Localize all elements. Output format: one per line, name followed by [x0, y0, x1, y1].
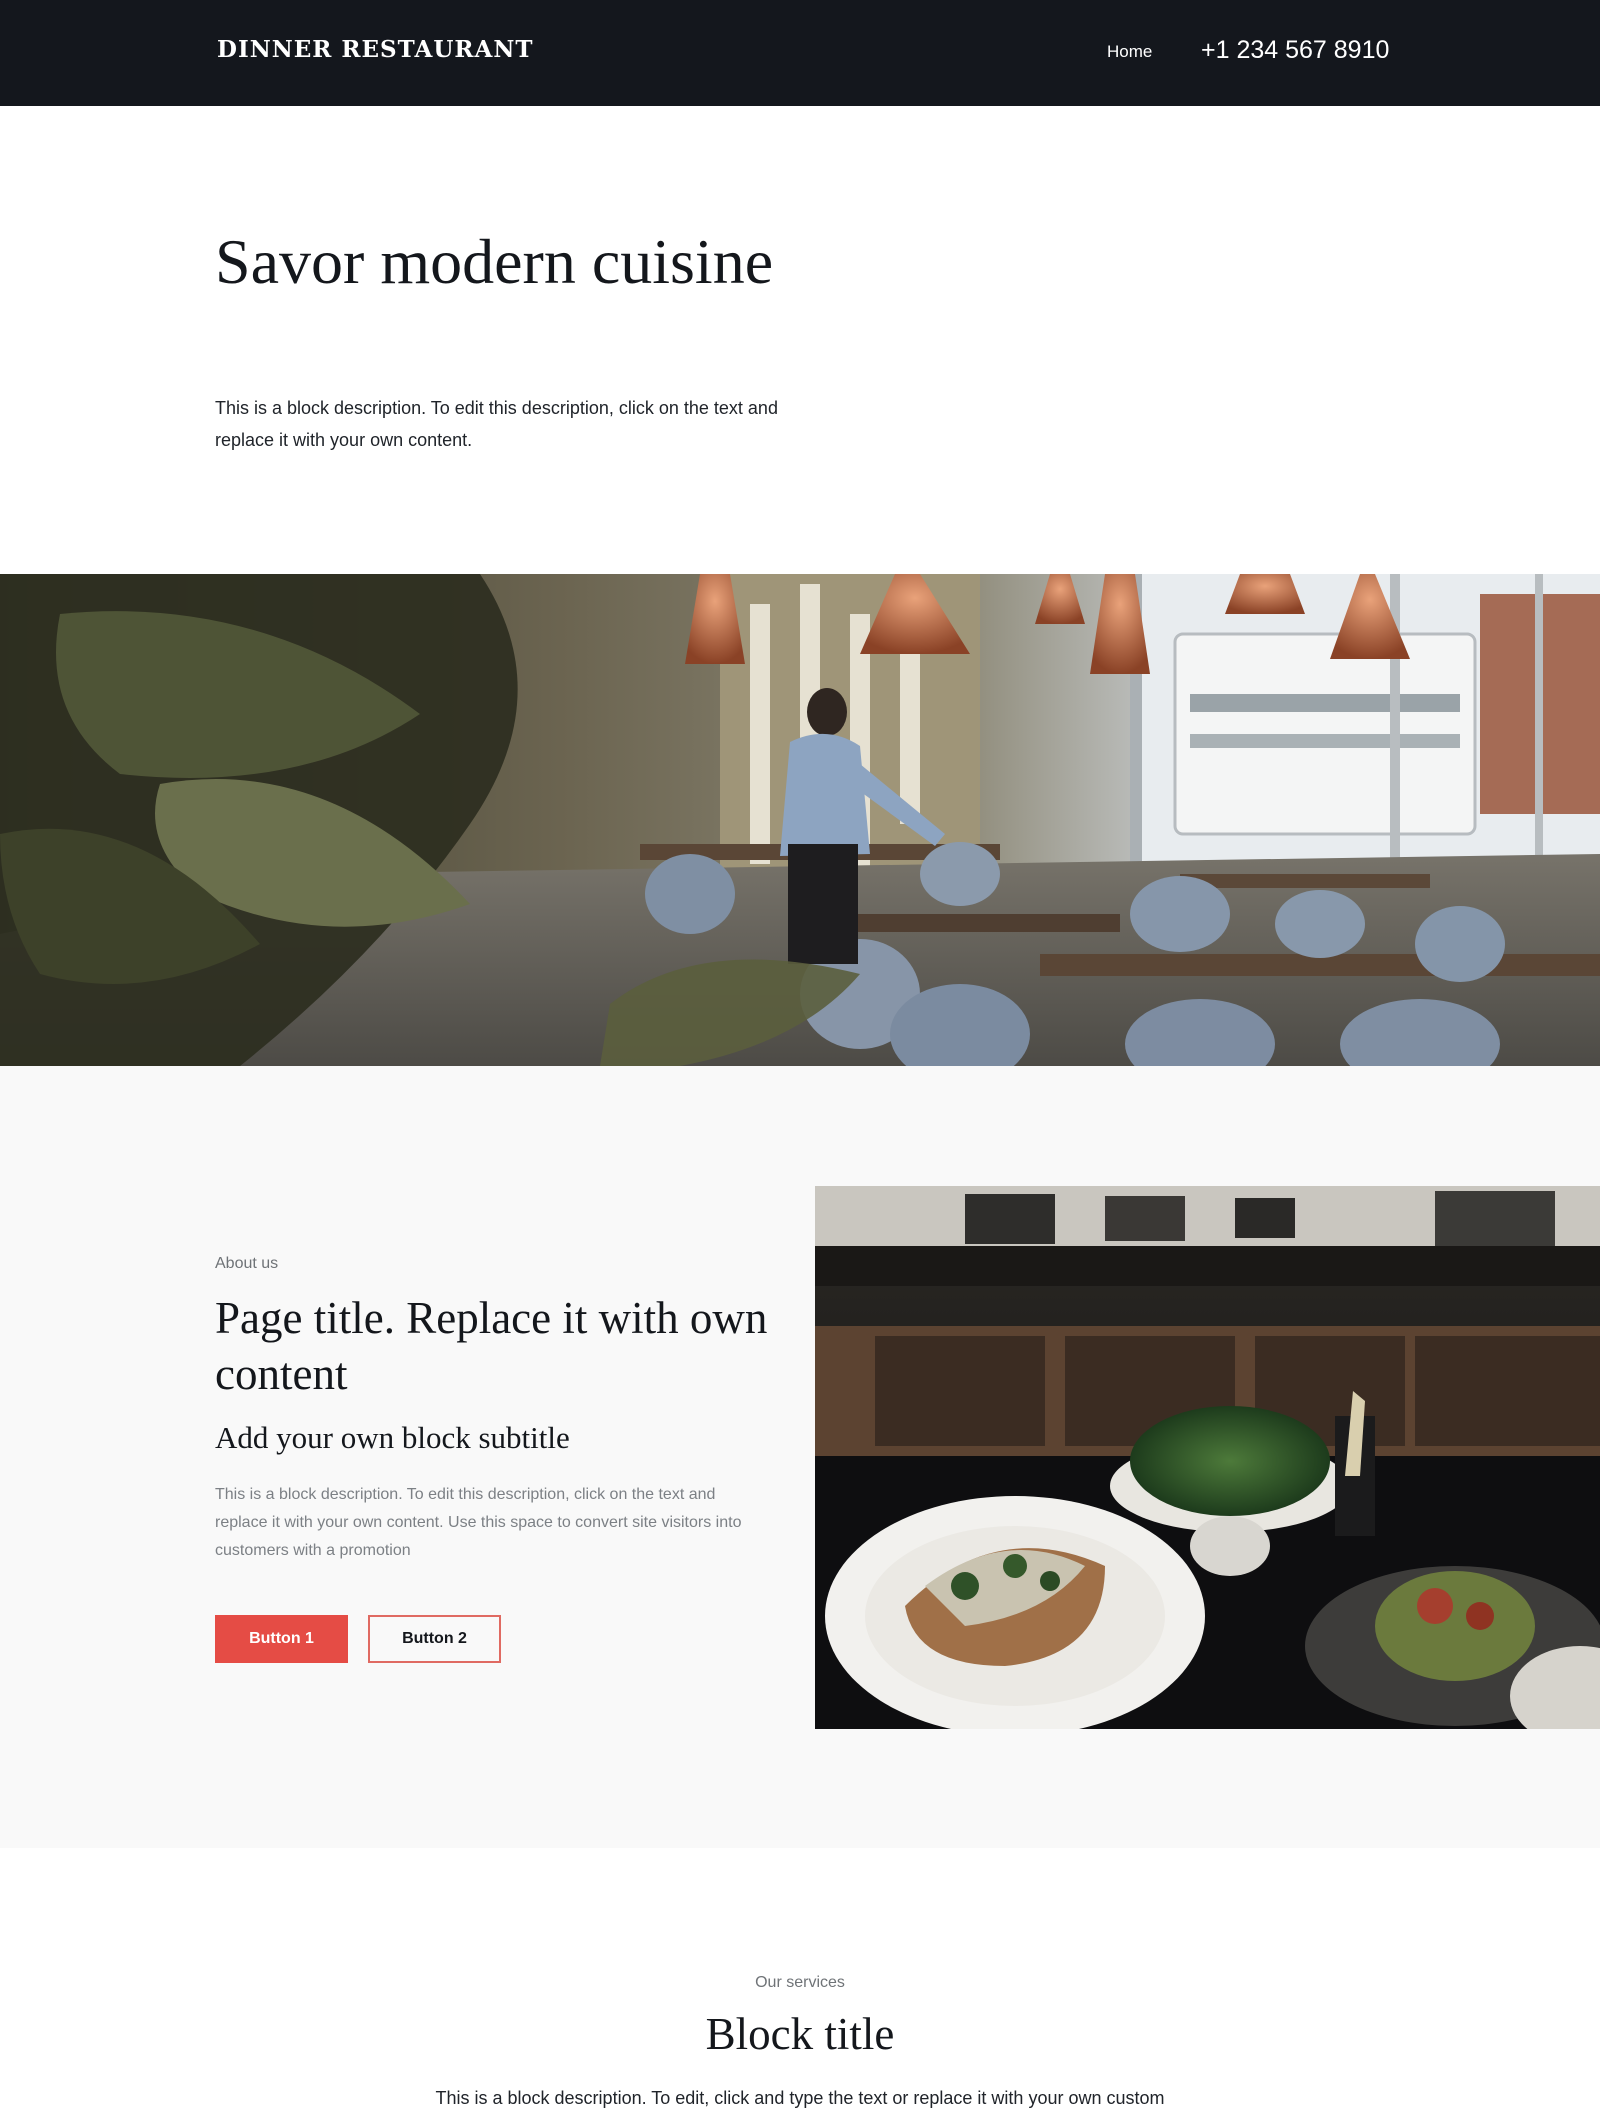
about-description: This is a block description. To edit thi…	[215, 1486, 742, 1559]
services-description: This is a block description. To edit, cl…	[435, 2088, 1165, 2108]
nav-link-home[interactable]: Home	[1107, 42, 1152, 62]
site-header: DINNER RESTAURANT Home +1 234 567 8910	[0, 0, 1600, 106]
header-phone-link[interactable]: +1 234 567 8910	[1201, 36, 1389, 65]
food-dishes-image	[815, 1186, 1600, 1729]
button-2[interactable]: Button 2	[368, 1615, 501, 1663]
button-1[interactable]: Button 1	[215, 1615, 348, 1663]
hero-description: This is a block description. To edit thi…	[215, 398, 778, 450]
restaurant-interior-image	[0, 574, 1600, 1066]
services-title: Block title	[705, 2009, 895, 2059]
about-subtitle: Add your own block subtitle	[215, 1420, 570, 1455]
brand-logo[interactable]: DINNER RESTAURANT	[217, 36, 534, 63]
about-title: Page title. Replace it with own content	[215, 1293, 768, 1399]
services-eyebrow: Our services	[755, 1974, 845, 1991]
services-section: Our services Block title This is a block…	[0, 1848, 1600, 2112]
hero-title: Savor modern cuisine	[215, 226, 774, 297]
about-section: About us Page title. Replace it with own…	[0, 1066, 1600, 1848]
about-eyebrow: About us	[215, 1255, 279, 1272]
hero-section: Savor modern cuisine This is a block des…	[0, 106, 1600, 574]
